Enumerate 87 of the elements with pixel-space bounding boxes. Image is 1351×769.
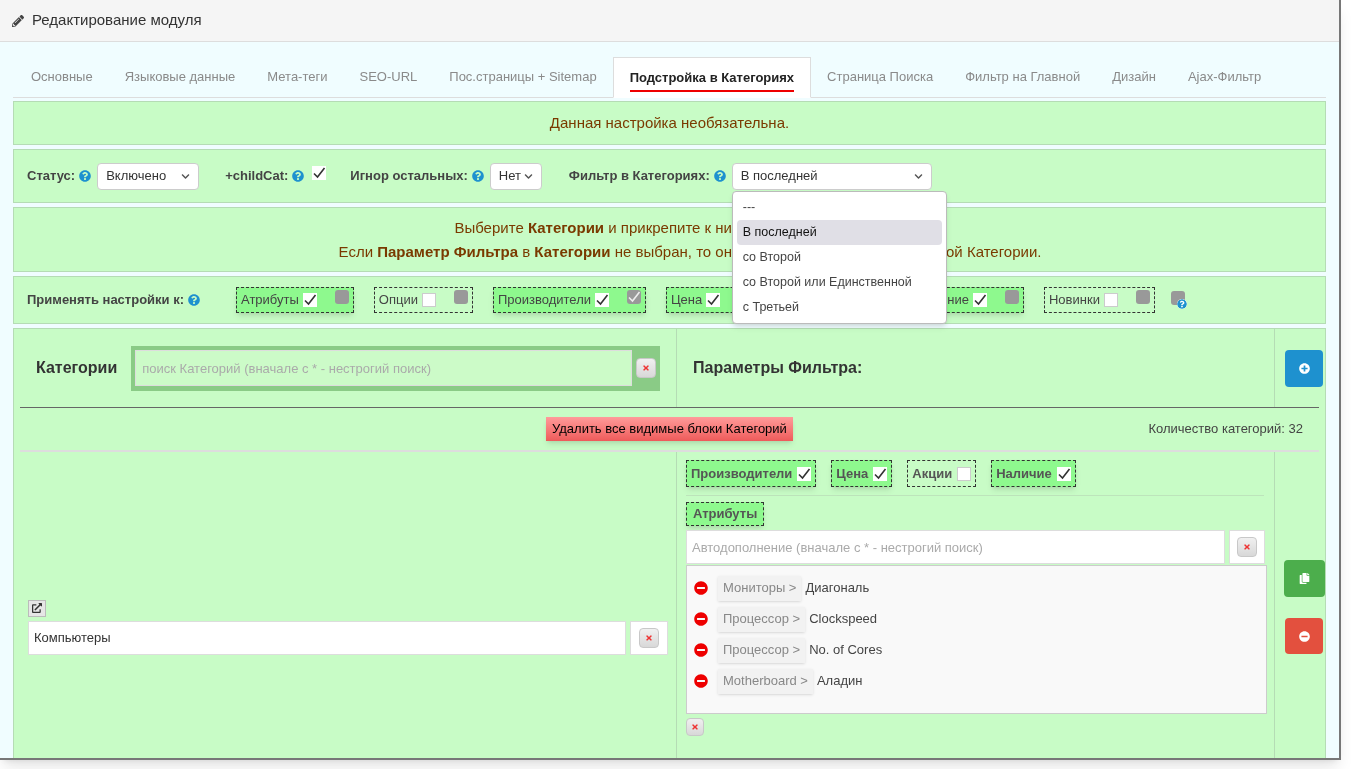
checkbox[interactable] <box>334 290 349 305</box>
checkbox[interactable] <box>312 166 327 181</box>
attribute-group: Motherboard > <box>718 668 813 694</box>
clear-button[interactable] <box>636 358 656 378</box>
info-text: Если Параметр Фильтра в Категории не выбран, то он <box>338 241 732 262</box>
close-icon <box>642 364 650 372</box>
info-text: Выберите Категории и прикрепите к ни <box>454 217 732 238</box>
param-chip[interactable]: Наличие <box>991 460 1076 487</box>
checkbox[interactable] <box>595 293 609 307</box>
info-text: ой Категории. <box>946 241 1042 262</box>
help-icon[interactable] <box>471 170 484 182</box>
category-count: Количество категорий: 32 <box>1148 420 1303 439</box>
setting-chip[interactable]: Новинки <box>1044 287 1155 313</box>
close-icon <box>645 633 653 642</box>
dropdown-option[interactable]: со Второй <box>736 244 942 270</box>
attribute-name: Аладин <box>816 672 863 691</box>
param-chip[interactable]: Цена <box>831 460 893 487</box>
add-button[interactable] <box>1285 349 1323 387</box>
field-label: Применять настройки к: <box>27 291 185 310</box>
field-label: Игнор остальных: <box>350 167 468 186</box>
copy-icon <box>1298 573 1310 584</box>
remove-icon[interactable] <box>694 581 708 595</box>
checkbox[interactable] <box>797 466 812 481</box>
checkbox[interactable] <box>706 293 721 307</box>
chevron-down-icon <box>181 171 191 181</box>
attribute-name: Диагональ <box>805 579 870 598</box>
checkbox[interactable] <box>627 290 641 305</box>
help-settings-icon[interactable] <box>1170 291 1187 309</box>
help-icon[interactable] <box>188 294 201 306</box>
filter-select[interactable]: В последней <box>731 162 932 190</box>
setting-chip[interactable]: Производители <box>492 287 646 313</box>
copy-button[interactable] <box>1283 560 1325 597</box>
notice-text: Данная настройка необязательна. <box>549 112 790 133</box>
remove-icon[interactable] <box>694 643 708 657</box>
param-chip[interactable]: Производители <box>686 460 817 487</box>
chevron-down-icon <box>523 171 533 181</box>
attribute-group: Процессор > <box>718 606 806 632</box>
dropdown-option[interactable]: с Третьей <box>736 294 942 320</box>
attribute-name: No. of Cores <box>809 641 883 660</box>
help-icon[interactable] <box>713 170 726 182</box>
column-title: Категории <box>36 358 118 378</box>
tab[interactable]: Страница Поиска <box>811 57 950 97</box>
dropdown-option[interactable]: --- <box>736 194 942 220</box>
clear-button[interactable] <box>1237 537 1257 557</box>
plus-icon <box>1298 362 1310 374</box>
field-label: Фильтр в Категориях: <box>568 167 710 186</box>
checkbox[interactable] <box>302 293 317 307</box>
attributes-chip: Атрибуты <box>686 502 765 526</box>
remove-button[interactable] <box>1285 618 1323 654</box>
checkbox[interactable] <box>973 293 987 307</box>
param-chip[interactable]: Акции <box>907 460 977 487</box>
remove-icon[interactable] <box>694 612 708 626</box>
checkbox[interactable] <box>873 466 888 481</box>
minus-icon <box>1298 630 1310 642</box>
open-link-button[interactable] <box>28 599 46 617</box>
checkbox[interactable] <box>1005 290 1019 305</box>
close-icon <box>1243 543 1251 551</box>
checkbox[interactable] <box>453 290 468 305</box>
field-label: +childCat: <box>225 167 289 186</box>
remove-icon[interactable] <box>694 674 708 688</box>
clear-button[interactable] <box>686 718 704 736</box>
checkbox[interactable] <box>1056 466 1071 481</box>
help-icon[interactable] <box>79 170 92 182</box>
checkbox[interactable] <box>1135 290 1150 305</box>
close-icon <box>691 723 699 731</box>
field-label: Статус: <box>27 167 76 186</box>
ignore-select[interactable]: Нет <box>489 162 542 190</box>
clear-button[interactable] <box>639 627 659 648</box>
delete-all-button[interactable]: Удалить все видимые блоки Категорий <box>546 417 793 441</box>
pencil-icon <box>12 14 24 27</box>
page-title: Редактирование модуля <box>32 10 202 31</box>
column-title: Параметры Фильтра: <box>693 358 863 378</box>
attribute-name: Clockspeed <box>809 610 878 629</box>
tab[interactable]: Подстройка в Категориях <box>612 57 812 98</box>
search-field[interactable]: поиск Категорий (вначале с * - нестрогий поиск) <box>135 350 632 386</box>
help-icon[interactable] <box>292 170 305 182</box>
category-field[interactable]: Компьютеры <box>28 620 626 655</box>
chevron-down-icon <box>913 171 923 181</box>
dropdown-option[interactable]: со Второй или Единственной <box>736 269 942 295</box>
dropdown-option[interactable]: В последней <box>736 219 942 245</box>
autocomplete-field[interactable]: Автодополнение (вначале с * - нестрогий поиск) <box>686 530 1225 564</box>
attribute-group: Мониторы > <box>718 575 802 601</box>
external-link-icon <box>32 603 42 613</box>
status-select[interactable]: Включено <box>97 162 200 190</box>
setting-chip[interactable]: Атрибуты <box>236 287 354 313</box>
setting-chip[interactable]: Опции <box>373 287 473 313</box>
attribute-group: Процессор > <box>718 637 806 663</box>
